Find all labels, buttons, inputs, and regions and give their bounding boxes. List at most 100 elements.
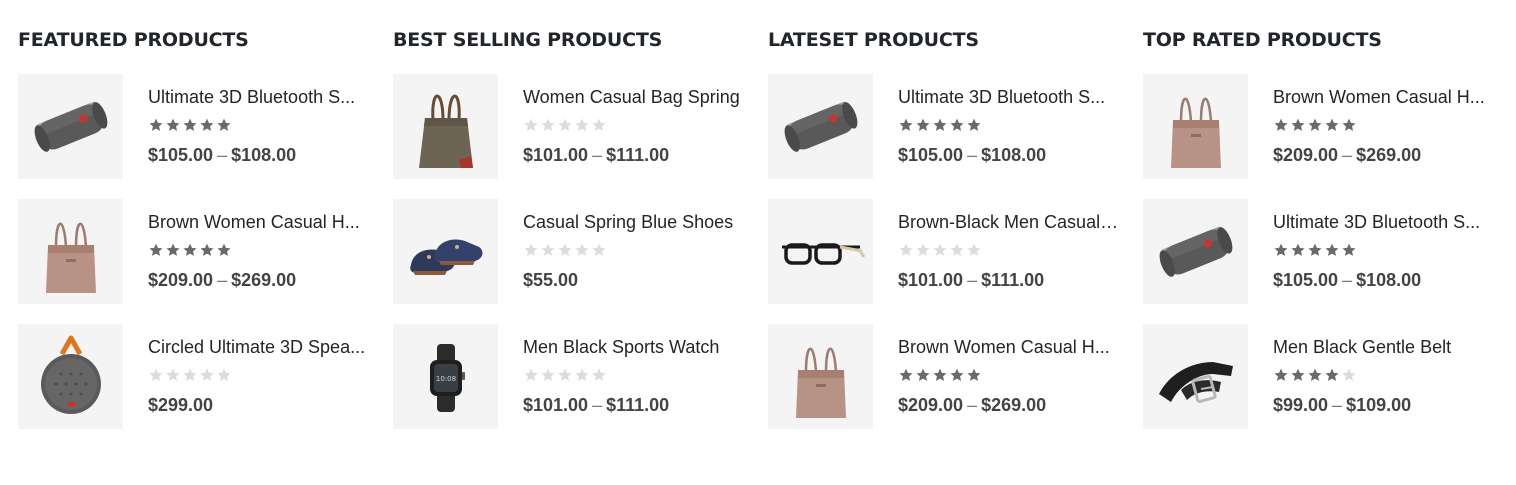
rating-stars <box>1273 117 1357 133</box>
price-to: $111.00 <box>606 395 670 415</box>
product-name-link[interactable]: Brown Women Casual H... <box>1273 86 1495 108</box>
handbag-image[interactable] <box>768 324 873 429</box>
price-to: $111.00 <box>981 270 1045 290</box>
price-separator: – <box>592 395 603 415</box>
star-filled-icon <box>932 117 948 133</box>
price-from: $101.00 <box>898 270 964 290</box>
star-filled-icon <box>216 242 232 258</box>
star-filled-icon <box>148 117 164 133</box>
round-speaker-image[interactable] <box>18 324 123 429</box>
rating-stars <box>898 367 982 383</box>
price-to: $111.00 <box>606 145 670 165</box>
product-item: Casual Spring Blue Shoes $55.00 <box>393 199 753 304</box>
handbag-image[interactable] <box>18 199 123 304</box>
product-name-link[interactable]: Ultimate 3D Bluetooth S... <box>898 86 1120 108</box>
star-empty-icon <box>182 367 198 383</box>
product-item: Women Casual Bag Spring $101.00– $111.00 <box>393 74 753 179</box>
product-name-link[interactable]: Women Casual Bag Spring <box>523 86 745 108</box>
product-item: Ultimate 3D Bluetooth S... $105.00– $108.0… <box>18 74 378 179</box>
star-empty-icon <box>523 242 539 258</box>
star-filled-icon <box>966 117 982 133</box>
star-empty-icon <box>1341 367 1357 383</box>
price-from: $101.00 <box>523 145 589 165</box>
product-price: $101.00– $111.00 <box>898 269 1044 291</box>
product-price: $209.00– $269.00 <box>1273 144 1421 166</box>
star-filled-icon <box>1324 367 1340 383</box>
star-empty-icon <box>966 242 982 258</box>
price-separator: – <box>217 145 228 165</box>
rating-stars <box>523 242 607 258</box>
rating-stars <box>148 117 232 133</box>
star-empty-icon <box>540 242 556 258</box>
rating-stars <box>523 367 607 383</box>
star-filled-icon <box>165 117 181 133</box>
star-empty-icon <box>216 367 232 383</box>
product-price: $101.00– $111.00 <box>523 144 669 166</box>
shoes-image[interactable] <box>393 199 498 304</box>
column-title: LATESET PRODUCTS <box>768 29 979 51</box>
product-name-link[interactable]: Brown Women Casual H... <box>148 211 370 233</box>
product-name-link[interactable]: Men Black Sports Watch <box>523 336 745 358</box>
price-to: $269.00 <box>231 270 297 290</box>
product-item: Circled Ultimate 3D Spea... $299.00 <box>18 324 378 429</box>
product-name-link[interactable]: Ultimate 3D Bluetooth S... <box>148 86 370 108</box>
speaker-image[interactable] <box>18 74 123 179</box>
product-name-link[interactable]: Ultimate 3D Bluetooth S... <box>1273 211 1495 233</box>
star-empty-icon <box>199 367 215 383</box>
product-price: $101.00– $111.00 <box>523 394 669 416</box>
product-item: Brown Women Casual H... $209.00– $269.00 <box>18 199 378 304</box>
star-empty-icon <box>915 242 931 258</box>
star-empty-icon <box>557 117 573 133</box>
product-price: $209.00– $269.00 <box>898 394 1046 416</box>
product-name-link[interactable]: Circled Ultimate 3D Spea... <box>148 336 370 358</box>
star-filled-icon <box>932 367 948 383</box>
speaker-image[interactable] <box>1143 199 1248 304</box>
price-separator: – <box>967 395 978 415</box>
watch-image[interactable]: 10:08 <box>393 324 498 429</box>
star-filled-icon <box>182 242 198 258</box>
rating-stars <box>898 117 982 133</box>
product-name-link[interactable]: Men Black Gentle Belt <box>1273 336 1495 358</box>
price-to: $269.00 <box>1356 145 1422 165</box>
column-title: TOP RATED PRODUCTS <box>1143 29 1382 51</box>
rating-stars <box>148 367 232 383</box>
product-price: $99.00– $109.00 <box>1273 394 1411 416</box>
price-separator: – <box>1342 145 1353 165</box>
star-filled-icon <box>1324 117 1340 133</box>
price-separator: – <box>592 145 603 165</box>
price-to: $109.00 <box>1346 395 1412 415</box>
star-empty-icon <box>591 117 607 133</box>
product-item: Ultimate 3D Bluetooth S... $105.00– $108.0… <box>768 74 1128 179</box>
price-from: $105.00 <box>1273 270 1339 290</box>
star-filled-icon <box>949 117 965 133</box>
speaker-image[interactable] <box>768 74 873 179</box>
product-item: Brown-Black Men Casual ... $101.00– $111.0… <box>768 199 1128 304</box>
star-filled-icon <box>898 117 914 133</box>
star-filled-icon <box>199 242 215 258</box>
tote-bag-image[interactable] <box>393 74 498 179</box>
star-filled-icon <box>1324 242 1340 258</box>
product-name-link[interactable]: Brown-Black Men Casual ... <box>898 211 1120 233</box>
star-empty-icon <box>523 367 539 383</box>
rating-stars <box>523 117 607 133</box>
belt-image[interactable] <box>1143 324 1248 429</box>
price-separator: – <box>967 270 978 290</box>
star-empty-icon <box>932 242 948 258</box>
star-empty-icon <box>898 242 914 258</box>
star-empty-icon <box>574 117 590 133</box>
star-filled-icon <box>1273 367 1289 383</box>
price-separator: – <box>1342 270 1353 290</box>
star-filled-icon <box>1273 117 1289 133</box>
star-filled-icon <box>1307 242 1323 258</box>
price-from: $209.00 <box>898 395 964 415</box>
product-item: 10:08 Men Black Sports Watch $101.00– $111… <box>393 324 753 429</box>
column-title: FEATURED PRODUCTS <box>18 29 249 51</box>
star-filled-icon <box>1341 117 1357 133</box>
product-name-link[interactable]: Brown Women Casual H... <box>898 336 1120 358</box>
glasses-image[interactable] <box>768 199 873 304</box>
product-widgets: FEATURED PRODUCTS Ultimate 3D Bluetooth … <box>0 0 1516 485</box>
product-name-link[interactable]: Casual Spring Blue Shoes <box>523 211 745 233</box>
star-empty-icon <box>574 242 590 258</box>
star-filled-icon <box>1307 117 1323 133</box>
handbag-image[interactable] <box>1143 74 1248 179</box>
